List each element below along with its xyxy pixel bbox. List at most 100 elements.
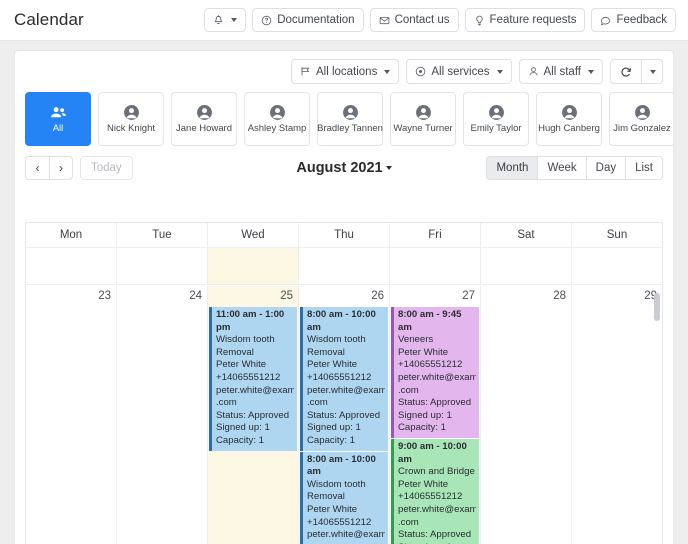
notifications-button[interactable]: [204, 8, 247, 32]
staff-card-hugh-canberg[interactable]: Hugh Canberg: [536, 92, 602, 146]
user-avatar-icon: [195, 103, 214, 122]
refresh-button[interactable]: [610, 59, 641, 84]
event-line: Removal: [216, 346, 254, 358]
question-circle-icon: [261, 15, 272, 26]
event-block[interactable]: 8:00 am - 9:45 am Veneers Peter White +1…: [391, 307, 479, 438]
contact-us-label: Contact us: [394, 14, 450, 26]
event-line: Peter White: [307, 503, 358, 515]
event-time: 8:00 am - 10:00 am: [307, 309, 376, 333]
flag-icon: [300, 66, 311, 77]
event-block[interactable]: 11:00 am - 1:00 pm Wisdom tooth Removal …: [209, 307, 297, 451]
staff-card-emily-taylor[interactable]: Emily Taylor: [463, 92, 529, 146]
calendar-vertical-scrollbar[interactable]: [654, 293, 660, 321]
staff-name: Emily Taylor: [470, 124, 522, 135]
weekday-fri: Fri: [390, 223, 481, 247]
event-line: +14065551212: [307, 371, 372, 383]
all-staff-filter[interactable]: All staff: [518, 59, 603, 84]
week-cell[interactable]: [481, 248, 572, 284]
view-month-button[interactable]: Month: [486, 156, 538, 180]
day-number: 27: [462, 290, 475, 302]
event-line: peter.white@example: [307, 384, 385, 396]
today-button[interactable]: Today: [80, 156, 133, 180]
staff-name: Jane Howard: [176, 124, 232, 135]
event-line: Capacity: 1: [216, 434, 264, 446]
view-day-button[interactable]: Day: [585, 156, 626, 180]
all-locations-filter[interactable]: All locations: [290, 59, 400, 84]
staff-card-wayne-turner[interactable]: Wayne Turner: [390, 92, 456, 146]
day-cell-29[interactable]: 29: [572, 286, 662, 544]
refresh-options-button[interactable]: [641, 59, 663, 84]
staff-card-all[interactable]: All: [25, 92, 91, 146]
staff-name: All: [52, 124, 64, 135]
event-line: .com: [216, 397, 237, 409]
staff-name: Hugh Canberg: [538, 124, 600, 135]
event-time: 8:00 am - 9:45 am: [398, 309, 462, 333]
event-block[interactable]: 8:00 am - 10:00 am Wisdom tooth Removal …: [300, 307, 388, 451]
event-line: Wisdom tooth: [307, 478, 366, 490]
event-line: Status: Approved: [307, 409, 381, 421]
prev-period-button[interactable]: ‹: [25, 156, 49, 180]
user-icon: [528, 66, 539, 77]
current-week-row: 23 24 25 11:00 am - 1:00 pm Wisdom tooth…: [26, 286, 662, 544]
weekday-wed: Wed: [208, 223, 299, 247]
event-time: 9:00 am - 10:00 am: [398, 440, 467, 465]
calendar-grid-wrapper: Mon Tue Wed Thu Fri Sat Sun 23 24 25 11:…: [15, 222, 673, 544]
weekday-sat: Sat: [481, 223, 572, 247]
day-number: 28: [553, 290, 566, 302]
view-switcher: Month Week Day List: [486, 156, 663, 180]
staff-card-jane-howard[interactable]: Jane Howard: [171, 92, 237, 146]
week-cell[interactable]: [117, 248, 208, 284]
event-line: Signed up: 1: [307, 422, 361, 434]
week-cell-today[interactable]: [208, 248, 299, 284]
day-cell-28[interactable]: 28: [481, 286, 572, 544]
event-line: Veneers: [398, 334, 434, 346]
day-number: 25: [280, 290, 293, 302]
page-title: Calendar: [14, 10, 84, 29]
all-services-filter[interactable]: All services: [406, 59, 512, 84]
staff-card-jim-gonzalez[interactable]: Jim Gonzalez: [609, 92, 673, 146]
day-cell-27[interactable]: 27 8:00 am - 9:45 am Veneers Peter White…: [390, 286, 481, 544]
staff-name: Ashley Stamp: [247, 124, 307, 135]
contact-us-button[interactable]: Contact us: [369, 8, 459, 32]
staff-card-ashley-stamp[interactable]: Ashley Stamp: [244, 92, 310, 146]
event-line: Peter White: [398, 346, 449, 358]
day-number: 26: [371, 290, 384, 302]
feature-requests-button[interactable]: Feature requests: [464, 8, 586, 32]
all-staff-label: All staff: [543, 65, 582, 78]
event-line: .com: [398, 384, 419, 396]
week-cell[interactable]: [299, 248, 390, 284]
staff-strip[interactable]: All Nick Knight Jane Howard Ashley Stamp: [15, 90, 673, 152]
user-avatar-icon: [268, 103, 287, 122]
day-cell-26[interactable]: 26 8:00 am - 10:00 am Wisdom tooth Remov…: [299, 286, 390, 544]
staff-card-nick-knight[interactable]: Nick Knight: [98, 92, 164, 146]
event-block[interactable]: 9:00 am - 10:00 am Crown and Bridge Pete…: [391, 438, 479, 544]
staff-name: Bradley Tannen: [317, 124, 383, 135]
next-period-button[interactable]: ›: [49, 156, 73, 180]
event-line: +14065551212: [216, 371, 281, 383]
feedback-label: Feedback: [616, 14, 667, 26]
event-line: Signed up: 1: [398, 409, 452, 421]
month-title-label: August 2021: [296, 160, 383, 176]
filter-bar: All locations All services All staff: [15, 51, 673, 90]
event-block[interactable]: 8:00 am - 10:00 am Wisdom tooth Removal …: [300, 451, 388, 544]
week-cell[interactable]: [390, 248, 481, 284]
week-cell[interactable]: [572, 248, 662, 284]
event-line: .com: [307, 397, 328, 409]
staff-card-bradley-tannen[interactable]: Bradley Tannen: [317, 92, 383, 146]
day-cell-24[interactable]: 24: [117, 286, 208, 544]
day-cell-25[interactable]: 25 11:00 am - 1:00 pm Wisdom tooth Remov…: [208, 286, 299, 544]
user-avatar-icon: [341, 103, 360, 122]
bell-icon: [213, 14, 224, 26]
feedback-button[interactable]: Feedback: [591, 8, 676, 32]
weekday-thu: Thu: [299, 223, 390, 247]
documentation-button[interactable]: Documentation: [252, 8, 364, 32]
calendar-panel: All locations All services All staff All…: [14, 50, 674, 544]
event-line: Signed up: 1: [216, 422, 270, 434]
week-cell[interactable]: [26, 248, 117, 284]
view-list-button[interactable]: List: [625, 156, 663, 180]
chevron-down-icon: [231, 18, 238, 22]
event-line: Peter White: [307, 359, 358, 371]
event-line: Status: Approved: [398, 397, 472, 409]
view-week-button[interactable]: Week: [537, 156, 586, 180]
day-cell-23[interactable]: 23: [26, 286, 117, 544]
